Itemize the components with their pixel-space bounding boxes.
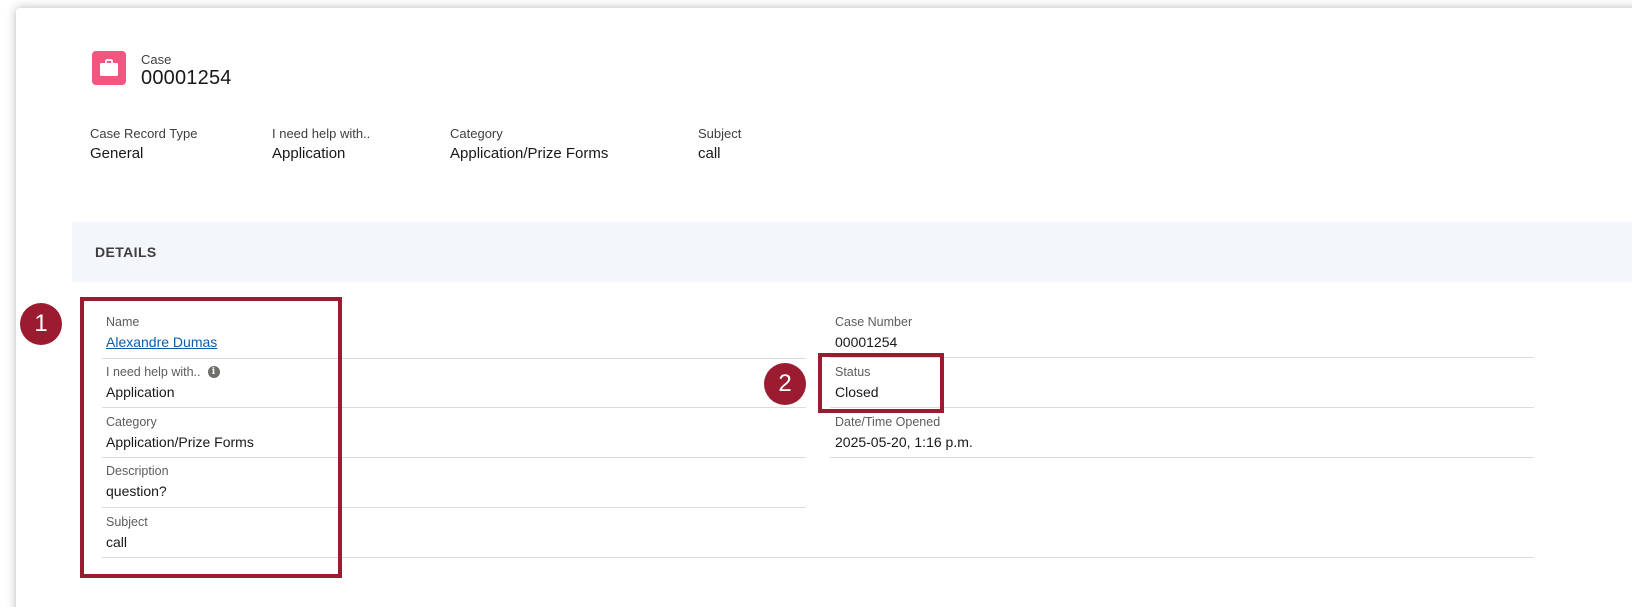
- record-title: 00001254: [141, 67, 232, 89]
- highlight-category: Category Application/Prize Forms: [450, 126, 608, 162]
- annotation-badge-1: 1: [20, 303, 62, 345]
- field-value: 00001254: [835, 334, 898, 350]
- highlight-value: Application: [272, 145, 346, 162]
- details-section-title: DETAILS: [95, 244, 157, 260]
- highlight-label: Subject: [698, 126, 742, 141]
- highlight-subject: Subject call: [698, 126, 741, 162]
- highlight-value: Application/Prize Forms: [450, 145, 609, 162]
- field-date-opened: Date/Time Opened 2025-05-20, 1:16 p.m.: [835, 415, 973, 450]
- field-label: Date/Time Opened: [835, 415, 941, 429]
- field-label: Case Number: [835, 315, 913, 329]
- highlight-label: Category: [450, 126, 503, 141]
- details-section-header[interactable]: [72, 222, 1632, 282]
- highlight-case-record-type: Case Record Type General: [90, 126, 197, 162]
- annotation-box-1: [80, 297, 342, 578]
- briefcase-icon-glyph: [100, 59, 118, 76]
- field-value: 2025-05-20, 1:16 p.m.: [835, 434, 973, 450]
- highlight-label: I need help with..: [272, 126, 371, 141]
- field-case-number: Case Number 00001254: [835, 315, 912, 350]
- annotation-box-2: [818, 353, 944, 413]
- briefcase-icon: [92, 51, 126, 85]
- divider: [830, 457, 1534, 458]
- highlight-label: Case Record Type: [90, 126, 198, 141]
- highlight-value: General: [90, 145, 144, 162]
- annotation-badge-2: 2: [764, 363, 806, 405]
- highlight-help-with: I need help with.. Application: [272, 126, 370, 162]
- object-label: Case: [141, 52, 172, 67]
- highlight-value: call: [698, 145, 721, 162]
